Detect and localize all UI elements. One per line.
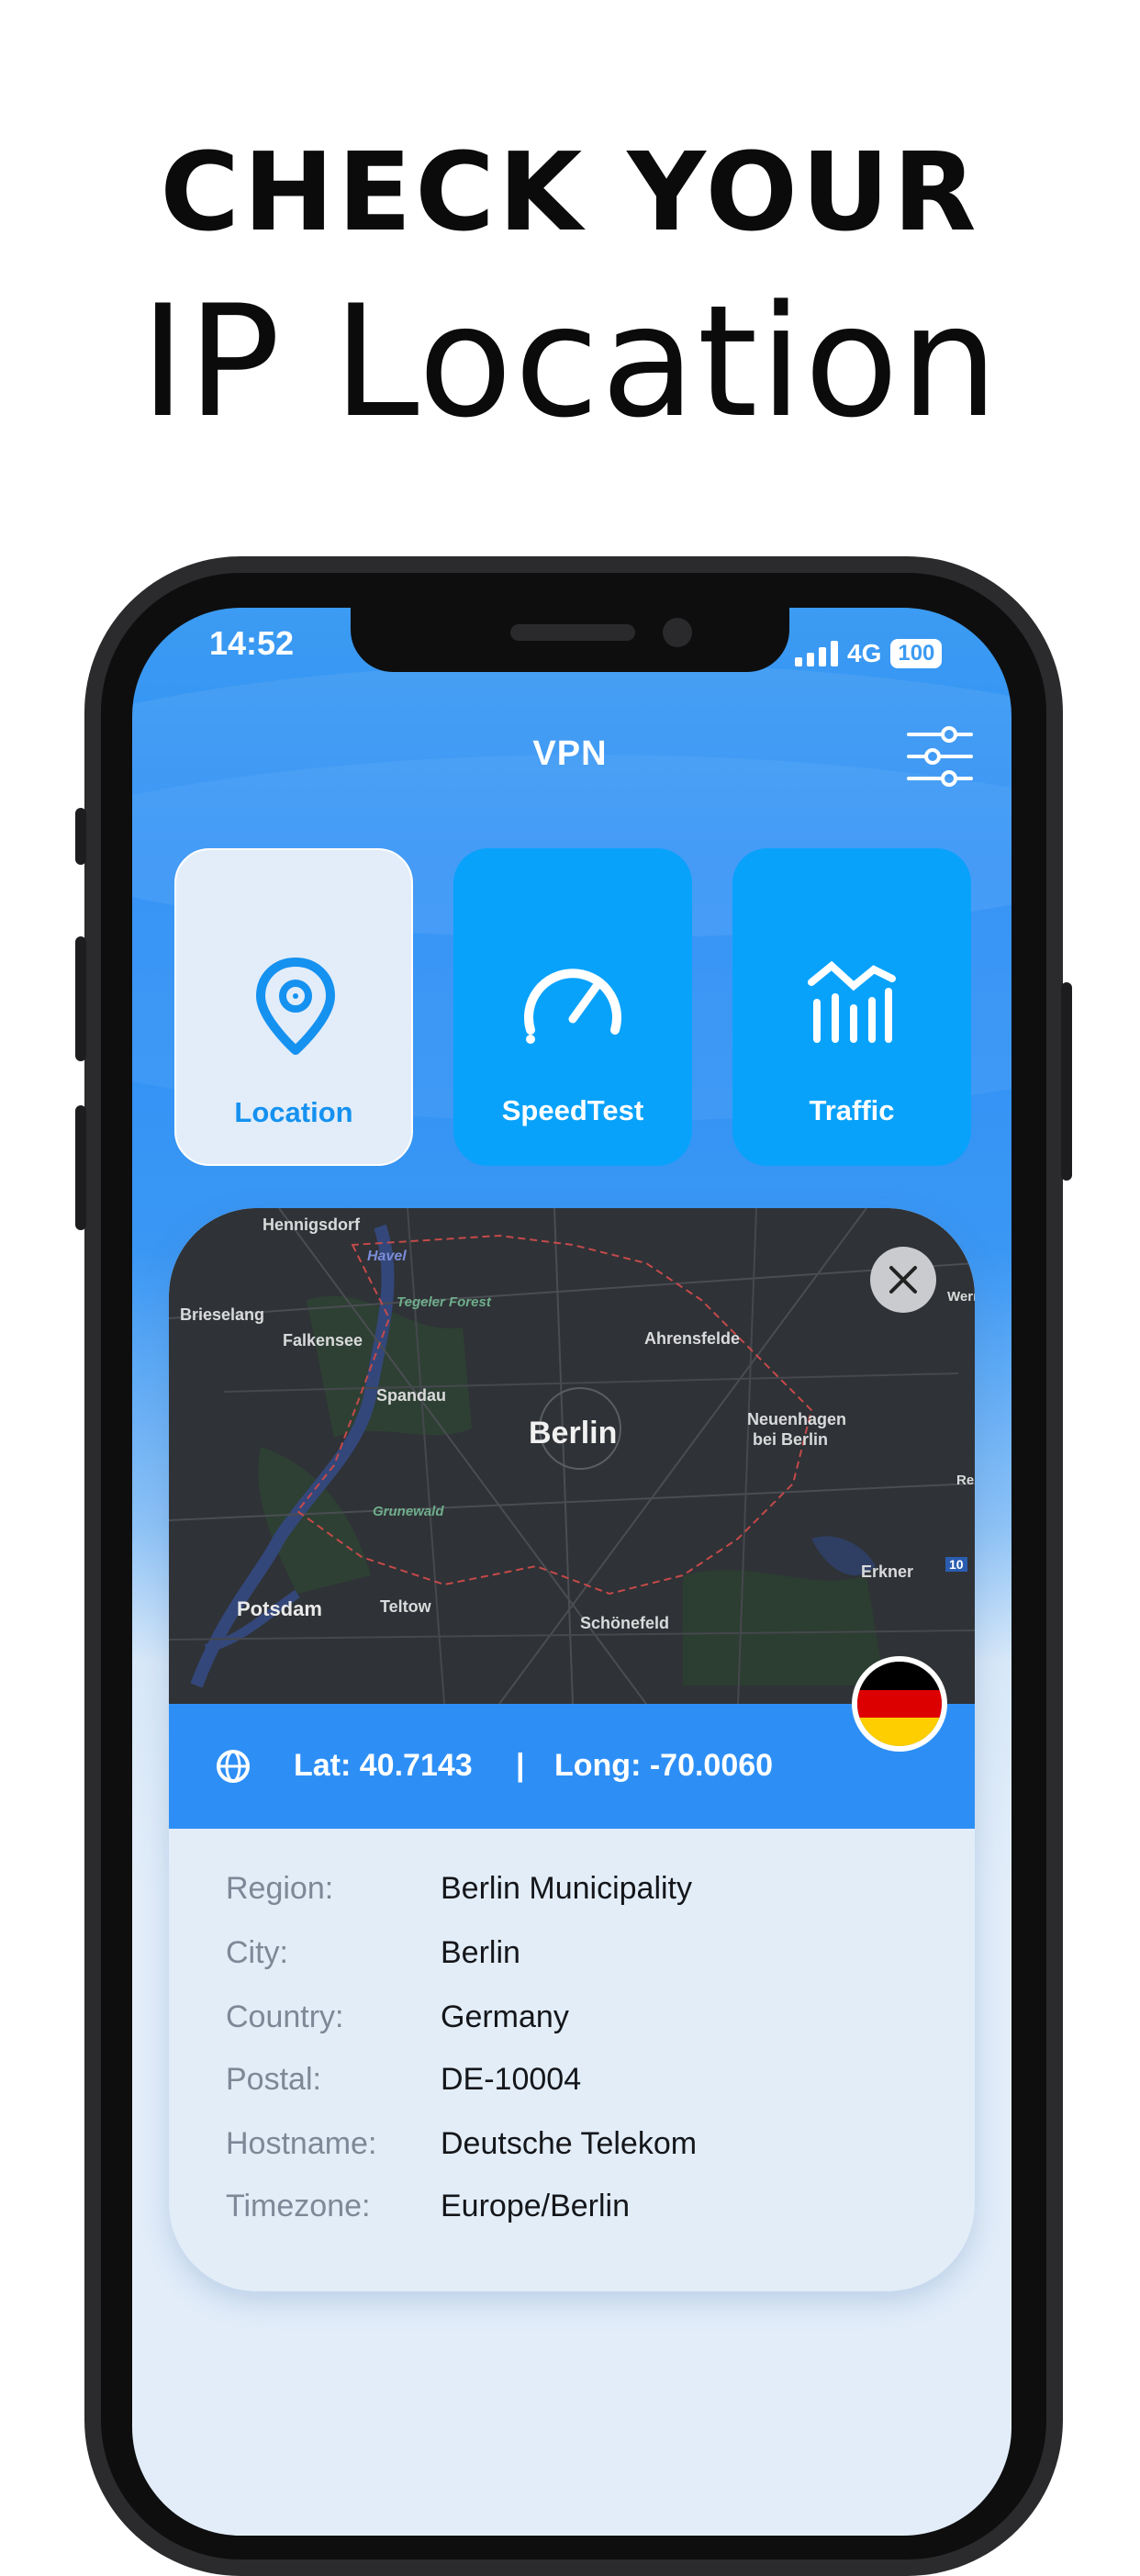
detail-key: City: [226, 1935, 288, 1970]
headline-line-1: CHECK YOUR [160, 129, 980, 255]
map-label-spandau: Spandau [376, 1386, 447, 1405]
detail-key: Hostname: [226, 2126, 377, 2161]
sliders-icon[interactable] [905, 723, 975, 790]
map-label-berlin: Berlin [529, 1416, 618, 1450]
detail-value: Germany [441, 1999, 569, 2034]
detail-value: Europe/Berlin [441, 2189, 631, 2223]
coordinates-bar: Lat: 40.7143 | Long: -70.0060 [169, 1704, 975, 1829]
germany-flag-icon [852, 1656, 947, 1752]
latitude-text: Lat: 40.7143 [294, 1748, 473, 1783]
map-label-ahrensfelde: Ahrensfelde [644, 1329, 741, 1348]
map-label-hennigsdorf: Hennigsdorf [263, 1215, 360, 1234]
map-label-brieselang: Brieselang [180, 1305, 265, 1324]
globe-icon [217, 1750, 250, 1783]
status-time: 14:52 [209, 624, 295, 662]
tile-location-label: Location [234, 1096, 353, 1128]
map-label-potsdam: Potsdam [237, 1597, 322, 1620]
headline-line-2: IP Location [140, 272, 1000, 452]
detail-value: Deutsche Telekom [441, 2126, 698, 2161]
coordinates-separator: | [516, 1748, 525, 1783]
close-button[interactable] [870, 1247, 936, 1313]
phone-volume-up [75, 936, 86, 1061]
tile-location[interactable]: Location [174, 848, 413, 1166]
phone-volume-down [75, 1105, 86, 1230]
detail-key: Country: [226, 1999, 344, 2034]
detail-key: Region: [226, 1871, 334, 1906]
detail-value: DE-10004 [441, 2062, 582, 2097]
map-label-falkensee: Falkensee [283, 1331, 363, 1350]
tile-speedtest-label: SpeedTest [501, 1094, 644, 1126]
network-type: 4G [847, 639, 882, 667]
location-card: Hennigsdorf Havel Tegeler Forest Briesel… [169, 1208, 975, 2291]
map-label-neuenhagen: Neuenhagen [747, 1410, 847, 1428]
map-label-erkner: Erkner [861, 1562, 914, 1581]
map-graphic [169, 1208, 975, 1704]
detail-value: Berlin Municipality [441, 1871, 692, 1906]
map-label-werneu: Werneu [947, 1289, 975, 1305]
phone-power-button [1061, 982, 1072, 1181]
tile-traffic[interactable]: Traffic [732, 848, 971, 1166]
map-view[interactable]: Hennigsdorf Havel Tegeler Forest Briesel… [169, 1208, 975, 1704]
map-label-grunewald: Grunewald [373, 1504, 444, 1519]
map-label-re: Re [956, 1473, 975, 1488]
speedometer-icon [524, 969, 621, 1044]
map-label-teltow: Teltow [380, 1597, 431, 1616]
close-icon [889, 1266, 917, 1294]
signal-icon [795, 641, 838, 666]
map-label-tegeler-forest: Tegeler Forest [397, 1294, 491, 1310]
detail-value: Berlin [441, 1935, 520, 1970]
map-label-bei-berlin: bei Berlin [753, 1430, 829, 1449]
detail-key: Postal: [226, 2062, 321, 2097]
longitude-text: Long: -70.0060 [554, 1748, 774, 1783]
map-label-road-10: 10 [945, 1557, 967, 1572]
front-camera [663, 618, 692, 647]
map-label-schonefeld: Schönefeld [580, 1614, 670, 1632]
tile-speedtest[interactable]: SpeedTest [453, 848, 692, 1166]
detail-key: Timezone: [226, 2189, 371, 2223]
battery-icon: 100 [890, 639, 943, 668]
status-indicators: 4G 100 [795, 639, 943, 668]
phone-side-button [75, 808, 86, 865]
location-pin-icon [256, 958, 335, 1055]
speaker [510, 624, 635, 641]
traffic-chart-icon [808, 960, 896, 1043]
map-label-havel: Havel [367, 1249, 407, 1264]
tile-traffic-label: Traffic [809, 1094, 895, 1126]
